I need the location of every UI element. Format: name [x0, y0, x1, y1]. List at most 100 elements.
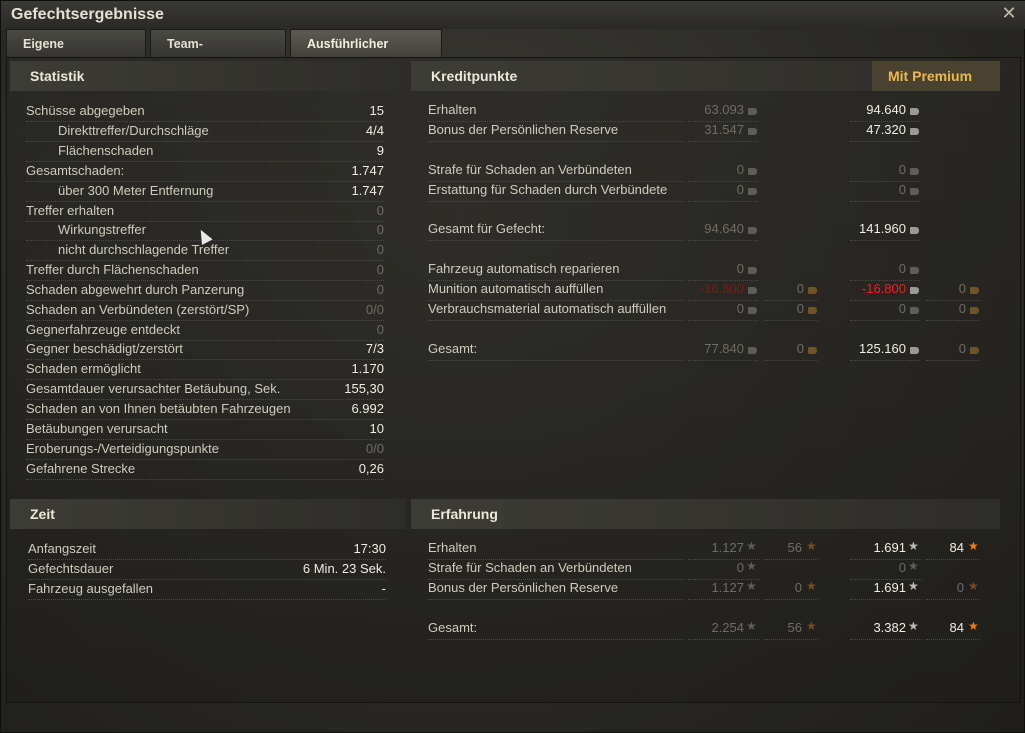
- xp-base-value: 1.127: [711, 540, 744, 555]
- free-xp-premium-value: 84: [949, 620, 964, 635]
- tab-detailed-report[interactable]: Ausführlicher Bericht: [290, 29, 442, 79]
- credit-row: Gesamt für Gefecht: 94.640 141.960: [428, 221, 988, 241]
- xp-base-cell: 1.127 ★: [688, 540, 760, 560]
- credit-base-cell: -16.800: [688, 281, 758, 301]
- stat-label: Schaden an von Ihnen betäubten Fahrzeuge…: [26, 401, 291, 416]
- stat-label: Gesamtdauer verursachter Betäubung, Sek.: [26, 381, 281, 396]
- credit-premium-cell: 0: [850, 301, 920, 321]
- xp-premium-cell: 1.691 ★: [850, 580, 922, 600]
- credit-base-cell: 77.840: [688, 341, 758, 361]
- stat-row: Schaden ermöglicht 1.170: [26, 360, 384, 380]
- xp-base-cell: 2.254 ★: [688, 620, 760, 640]
- credit-coin-icon: [910, 227, 919, 234]
- zeit-row: Fahrzeug ausgefallen -: [28, 580, 386, 600]
- gold-base-cell: 0: [764, 301, 818, 321]
- free-xp-base-value: 56: [787, 620, 802, 635]
- stat-value: 0,26: [358, 461, 384, 476]
- stat-label: Schaden abgewehrt durch Panzerung: [26, 282, 245, 297]
- credit-label: Gesamt für Gefecht:: [428, 221, 546, 236]
- zeit-label: Gefechtsdauer: [28, 561, 114, 576]
- stat-value: 10: [369, 421, 384, 436]
- credit-label-cell: Erstattung für Schaden durch Verbündete: [428, 182, 684, 202]
- experience-label-cell: Bonus der Persönlichen Reserve: [428, 580, 684, 600]
- stat-label: Treffer durch Flächenschaden: [26, 262, 199, 277]
- credit-premium-value: 141.960: [859, 221, 906, 236]
- credit-coin-icon: [910, 128, 919, 135]
- tab-own-evaluation[interactable]: Eigene Auswertung: [6, 29, 146, 79]
- stat-row: Schüsse abgegeben 15: [26, 102, 384, 122]
- credit-premium-cell: 94.640: [850, 102, 920, 122]
- experience-label: Bonus der Persönlichen Reserve: [428, 580, 619, 595]
- gold-base-value: 0: [796, 341, 804, 356]
- xp-star-icon: ★: [746, 579, 757, 593]
- free-xp-star-icon: ★: [806, 539, 817, 553]
- xp-star-icon: ★: [746, 539, 757, 553]
- credit-coin-icon: [910, 267, 919, 274]
- credit-coin-icon: [748, 347, 757, 354]
- experience-row: Gesamt: 2.254 ★ 56 ★ 3.382 ★ 84 ★: [428, 620, 988, 640]
- credit-label: Verbrauchsmaterial automatisch auffüllen: [428, 301, 667, 316]
- credit-coin-icon: [748, 307, 757, 314]
- stat-value: 0: [376, 322, 384, 337]
- tab-team-evaluation[interactable]: Team-Auswertung: [150, 29, 286, 79]
- xp-premium-value: 1.691: [873, 540, 906, 555]
- credit-coin-icon: [748, 188, 757, 195]
- stat-row: Schaden abgewehrt durch Panzerung 0: [26, 281, 384, 301]
- zeit-value: 6 Min. 23 Sek.: [302, 561, 386, 576]
- credit-base-cell: 63.093: [688, 102, 758, 122]
- xp-star-icon: ★: [908, 559, 919, 573]
- xp-premium-value: 1.691: [873, 580, 906, 595]
- credit-coin-icon: [910, 168, 919, 175]
- xp-star-icon: ★: [908, 619, 919, 633]
- zeit-header: Zeit: [10, 499, 406, 529]
- credit-premium-cell: 47.320: [850, 122, 920, 142]
- titlebar: Gefechtsergebnisse ✕: [1, 1, 1025, 29]
- battle-results-window: Gefechtsergebnisse ✕ Eigene Auswertung T…: [0, 0, 1025, 733]
- stat-label: Gefahrene Strecke: [26, 461, 136, 476]
- credit-base-value: 0: [736, 182, 744, 197]
- stat-value: 1.747: [351, 183, 384, 198]
- stat-label: Eroberungs-/Verteidigungspunkte: [26, 441, 219, 456]
- stat-row: Gefahrene Strecke 0,26: [26, 460, 384, 480]
- credit-row: Strafe für Schaden an Verbündeten 0 0: [428, 162, 988, 182]
- credit-premium-value: 94.640: [866, 102, 906, 117]
- credit-premium-cell: 125.160: [850, 341, 920, 361]
- gold-base-value: 0: [796, 301, 804, 316]
- credit-coin-icon: [748, 108, 757, 115]
- stat-row: Gegner beschädigt/zerstört 7/3: [26, 340, 384, 360]
- xp-premium-cell: 0 ★: [850, 560, 922, 580]
- credit-label: Strafe für Schaden an Verbündeten: [428, 162, 632, 177]
- zeit-value: -: [381, 581, 386, 596]
- free-xp-star-icon: ★: [968, 539, 979, 553]
- free-xp-base-value: 0: [794, 580, 802, 595]
- credit-base-cell: 31.547: [688, 122, 758, 142]
- xp-premium-value: 0: [898, 560, 906, 575]
- bottom-bar: [6, 704, 1021, 730]
- gold-base-cell: 0: [764, 341, 818, 361]
- xp-base-cell: 1.127 ★: [688, 580, 760, 600]
- experience-row: Erhalten 1.127 ★ 56 ★ 1.691 ★ 84 ★: [428, 540, 988, 560]
- stat-row: nicht durchschlagende Treffer 0: [26, 241, 384, 261]
- gold-icon: [808, 287, 817, 294]
- tab-bar: Eigene Auswertung Team-Auswertung Ausfüh…: [6, 29, 446, 79]
- credit-coin-icon: [748, 227, 757, 234]
- free-xp-star-icon: ★: [806, 579, 817, 593]
- stat-value: 7/3: [365, 341, 384, 356]
- credit-label: Fahrzeug automatisch reparieren: [428, 261, 620, 276]
- credit-base-value: 77.840: [704, 341, 744, 356]
- credit-premium-value: 0: [898, 261, 906, 276]
- credit-label-cell: Fahrzeug automatisch reparieren: [428, 261, 684, 281]
- free-xp-premium-cell: 84 ★: [926, 540, 980, 560]
- experience-header: Erfahrung: [411, 499, 1000, 529]
- statistik-header: Statistik: [10, 61, 406, 91]
- credit-coin-icon: [910, 287, 919, 294]
- gold-premium-cell: 0: [926, 341, 980, 361]
- credit-coin-icon: [748, 267, 757, 274]
- stat-value: 0: [376, 203, 384, 218]
- credit-base-value: -16.800: [699, 281, 744, 296]
- credit-row: Bonus der Persönlichen Reserve 31.547 47.3…: [428, 122, 988, 142]
- experience-label-cell: Strafe für Schaden an Verbündeten: [428, 560, 684, 580]
- close-icon[interactable]: ✕: [1000, 4, 1018, 22]
- stat-row: Eroberungs-/Verteidigungspunkte 0/0: [26, 440, 384, 460]
- gold-icon: [970, 307, 979, 314]
